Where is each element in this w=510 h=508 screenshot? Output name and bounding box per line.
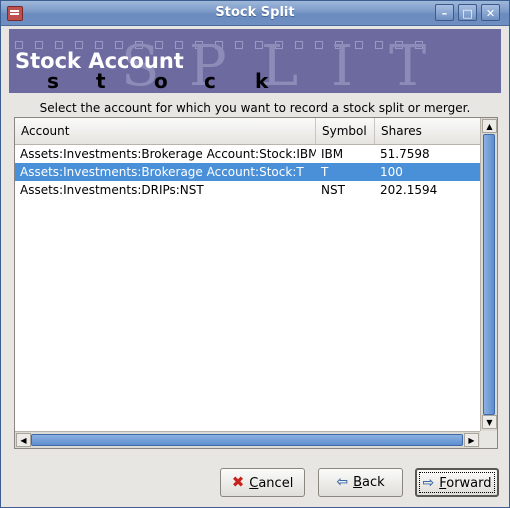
maximize-button[interactable]: □ [458,4,477,21]
title-bar[interactable]: Stock Split – □ ✕ [1,1,509,26]
column-header-symbol[interactable]: Symbol [316,118,375,144]
symbol-cell: IBM [321,147,344,161]
column-header-account[interactable]: Account [15,118,316,144]
table-row-selected[interactable]: Assets:Investments:Brokerage Account:Sto… [15,163,480,181]
column-header-shares[interactable]: Shares [375,118,480,144]
symbol-cell: NST [321,183,345,197]
minimize-button[interactable]: – [435,4,454,21]
right-arrow-icon: ⇨ [422,475,435,491]
left-arrow-icon: ⇦ [336,474,349,490]
table-row[interactable]: Assets:Investments:DRIPs:NST NST 202.159… [15,181,480,199]
stock-letter-o: o [154,69,168,93]
watermark-letter-i: I [331,34,354,94]
instruction-text: Select the account for which you want to… [39,101,471,115]
red-x-icon: ✖ [231,473,245,491]
scroll-up-arrow-icon[interactable]: ▲ [482,119,497,133]
stock-letter-k: k [255,69,269,93]
stock-letter-c: c [204,69,216,93]
account-list[interactable]: Account Symbol Shares Assets:Investments… [14,117,498,449]
table-row[interactable]: Assets:Investments:Brokerage Account:Sto… [15,145,480,163]
account-cell: Assets:Investments:Brokerage Account:Sto… [20,165,304,179]
scroll-right-arrow-icon[interactable]: ▶ [464,433,479,447]
horizontal-scroll-thumb[interactable] [31,434,463,446]
shares-cell: 100 [380,165,403,179]
stock-split-window: Stock Split – □ ✕ S P L I T Stock Accoun… [0,0,510,508]
scroll-left-arrow-icon[interactable]: ◀ [16,433,31,447]
forward-button[interactable]: ⇨ Forward [415,468,499,497]
horizontal-scrollbar[interactable]: ◀ ▶ [15,431,480,448]
back-button[interactable]: ⇦ Back [318,468,403,497]
shares-cell: 202.1594 [380,183,438,197]
close-button[interactable]: ✕ [481,4,500,21]
scroll-corner [480,431,497,448]
forward-label: orward [446,476,492,491]
account-cell: Assets:Investments:Brokerage Account:Sto… [20,147,316,161]
account-cell: Assets:Investments:DRIPs:NST [20,183,204,197]
scroll-down-arrow-icon[interactable]: ▼ [482,415,497,429]
symbol-cell: T [321,165,329,179]
vertical-scrollbar[interactable]: ▲ ▼ [480,118,497,431]
window-title: Stock Split [215,5,295,20]
cancel-mnemonic: C [249,476,259,491]
vertical-scroll-thumb[interactable] [483,134,495,415]
shares-cell: 51.7598 [380,147,430,161]
back-mnemonic: B [353,475,362,490]
back-label: ack [362,475,385,490]
stock-letter-s: s [47,69,59,93]
cancel-label: ancel [258,476,294,491]
list-header: Account Symbol Shares [15,118,480,145]
watermark-letter-t: T [389,34,427,94]
list-rows: Assets:Investments:Brokerage Account:Sto… [15,145,480,199]
stock-letter-t: t [96,69,106,93]
header-banner: S P L I T Stock Account s t o c k [9,29,501,93]
cancel-button[interactable]: ✖ Cancel [220,468,305,497]
